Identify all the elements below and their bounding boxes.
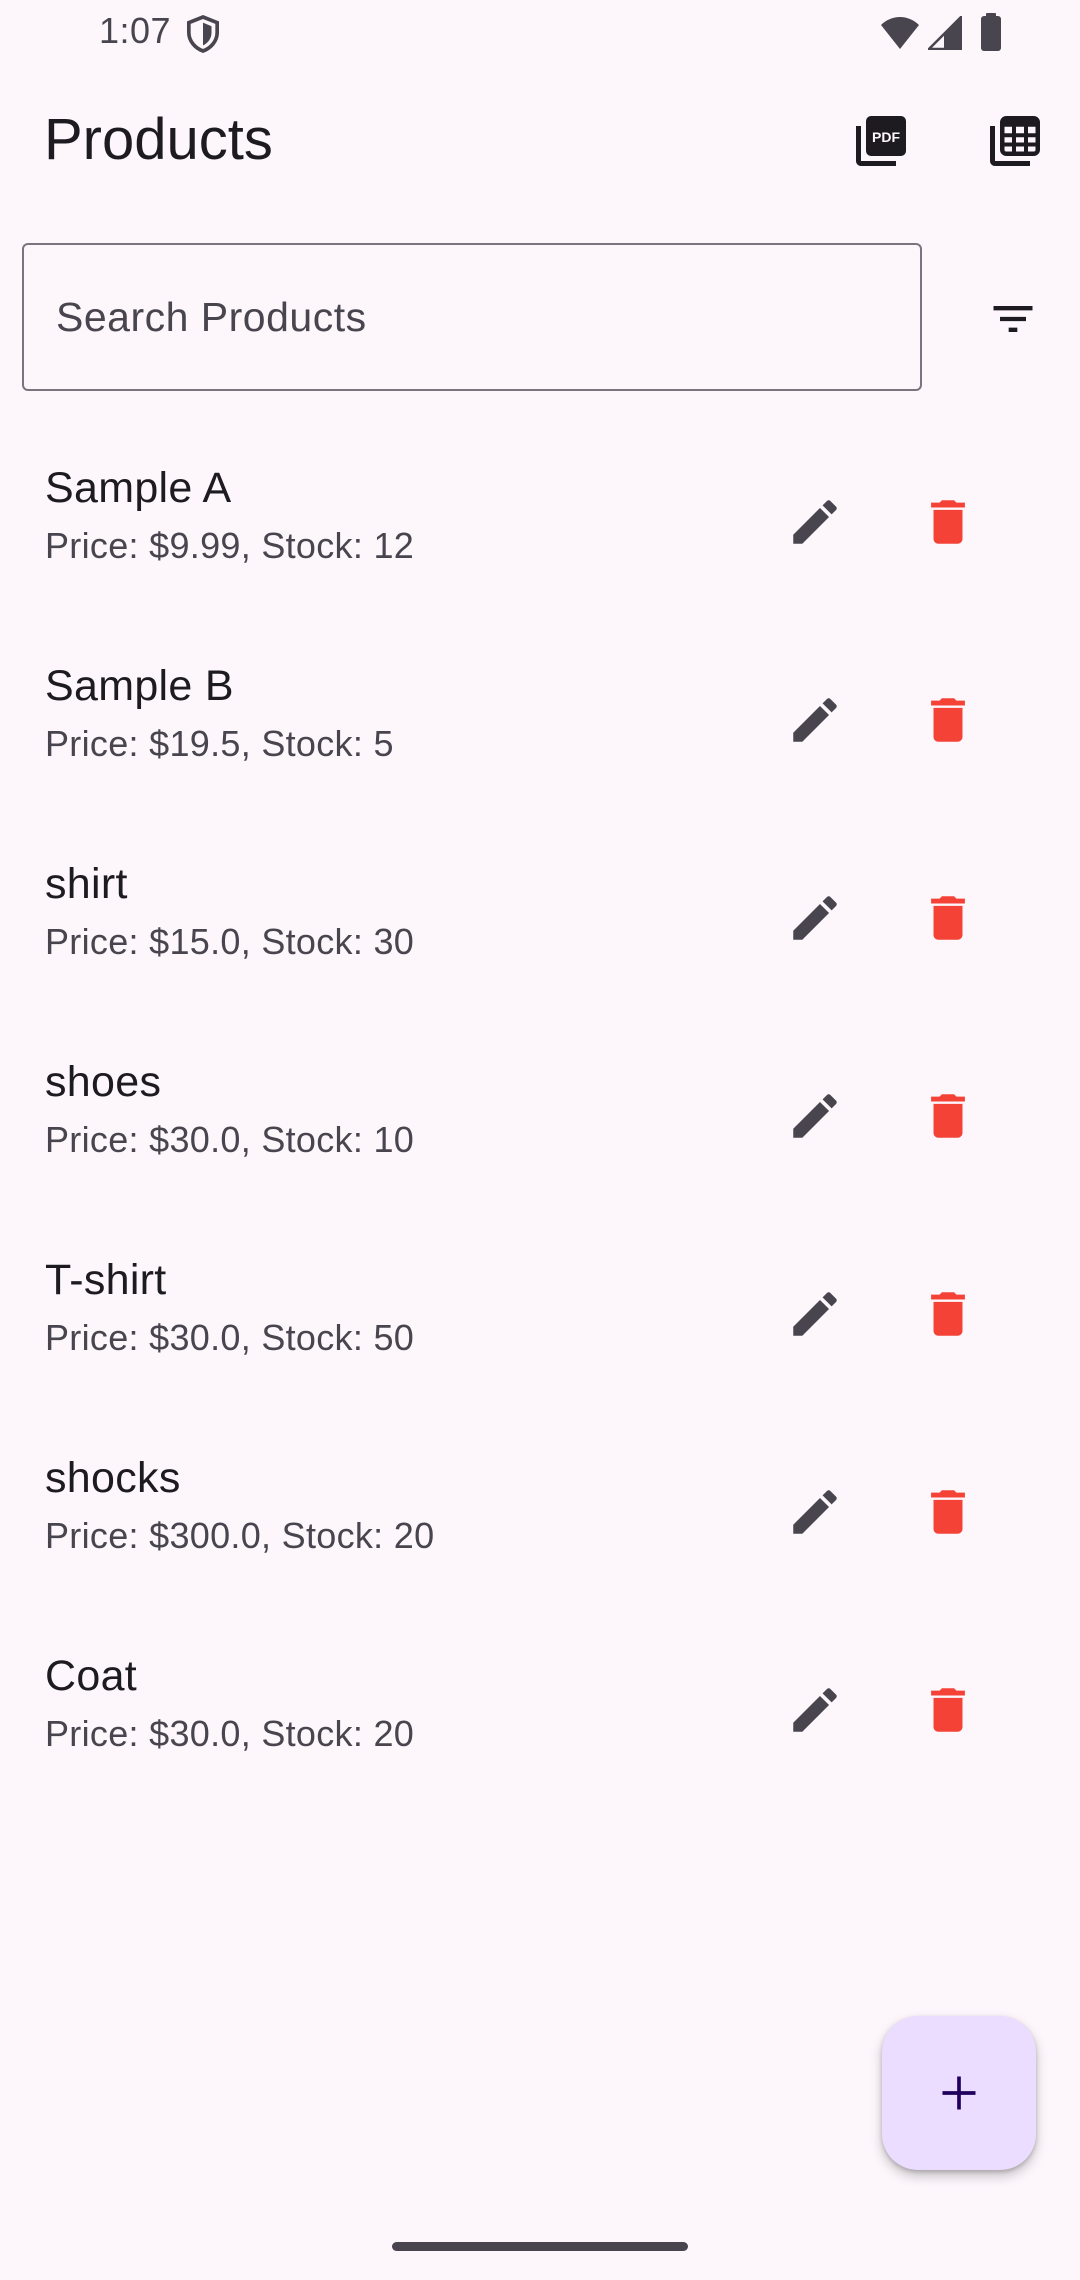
edit-button[interactable] [775,1274,855,1354]
add-product-button[interactable] [882,2016,1036,2170]
filter-list-icon [993,306,1033,332]
product-name: shocks [45,1454,181,1502]
status-bar: 1:07 [0,0,1080,66]
list-item[interactable]: shirt Price: $15.0, Stock: 30 [0,818,1080,1016]
list-item[interactable]: T-shirt Price: $30.0, Stock: 50 [0,1214,1080,1412]
spreadsheet-export-button[interactable] [982,108,1048,174]
delete-icon [931,1292,965,1336]
product-list: Sample A Price: $9.99, Stock: 12 Sample … [0,422,1080,1808]
product-name: shirt [45,860,128,908]
delete-icon [931,896,965,940]
edit-button[interactable] [775,680,855,760]
edit-button[interactable] [775,1076,855,1156]
delete-button[interactable] [908,1076,988,1156]
product-details: Price: $19.5, Stock: 5 [45,723,394,764]
search-field[interactable] [22,243,922,391]
product-details: Price: $300.0, Stock: 20 [45,1515,435,1556]
product-details: Price: $30.0, Stock: 20 [45,1713,415,1754]
edit-icon [793,896,837,940]
edit-icon [793,1292,837,1336]
product-details: Price: $9.99, Stock: 12 [45,525,415,566]
edit-icon [793,500,837,544]
list-item[interactable]: Sample B Price: $19.5, Stock: 5 [0,620,1080,818]
filter-button[interactable] [980,286,1046,352]
edit-icon [793,1094,837,1138]
status-time: 1:07 [99,10,172,51]
battery-icon [981,13,1001,51]
delete-icon [931,1688,965,1732]
edit-icon [793,1490,837,1534]
page-title: Products [44,107,273,172]
list-item[interactable]: shoes Price: $30.0, Stock: 10 [0,1016,1080,1214]
list-item[interactable]: Sample A Price: $9.99, Stock: 12 [0,422,1080,620]
edit-button[interactable] [775,1472,855,1552]
delete-icon [931,1490,965,1534]
delete-button[interactable] [908,1274,988,1354]
product-name: shoes [45,1058,162,1106]
gesture-handle[interactable] [392,2242,688,2251]
product-name: Sample A [45,464,232,512]
delete-icon [931,500,965,544]
products-screen: 1:07 Products PDF Search Products Sample… [0,0,1080,2280]
list-item[interactable]: Coat Price: $30.0, Stock: 20 [0,1610,1080,1808]
delete-button[interactable] [908,482,988,562]
delete-icon [931,1094,965,1138]
product-details: Price: $30.0, Stock: 50 [45,1317,415,1358]
picture-as-pdf-icon: PDF [856,116,906,166]
product-name: Sample B [45,662,234,710]
add-icon [942,2076,976,2110]
edit-button[interactable] [775,878,855,958]
signal-icon [928,16,962,50]
delete-button[interactable] [908,1472,988,1552]
edit-icon [793,1688,837,1732]
table-view-icon [990,116,1040,166]
delete-button[interactable] [908,1670,988,1750]
product-details: Price: $15.0, Stock: 30 [45,921,415,962]
product-details: Price: $30.0, Stock: 10 [45,1119,415,1160]
edit-button[interactable] [775,482,855,562]
shield-icon [186,15,220,53]
edit-button[interactable] [775,1670,855,1750]
delete-button[interactable] [908,680,988,760]
svg-text:PDF: PDF [872,129,900,145]
list-item[interactable]: shocks Price: $300.0, Stock: 20 [0,1412,1080,1610]
delete-button[interactable] [908,878,988,958]
product-name: Coat [45,1652,138,1700]
product-name: T-shirt [45,1256,167,1304]
search-input[interactable] [54,245,888,390]
edit-icon [793,698,837,742]
delete-icon [931,698,965,742]
pdf-export-button[interactable]: PDF [848,108,914,174]
wifi-icon [881,17,919,49]
